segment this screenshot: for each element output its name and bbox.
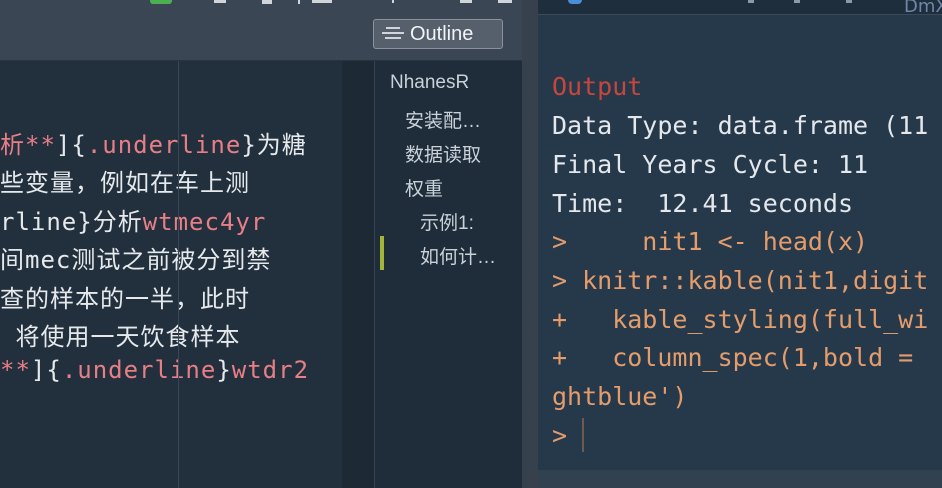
console-bottom-bar [538,470,942,488]
code-token: 些变量，例如在车上测 [0,169,250,197]
code-token: } [216,356,232,384]
margin-guide-line [178,61,179,488]
code-token: 间mec测试之前被分到禁 [0,246,272,274]
code-line: 将使用一天饮食样本 [0,317,240,352]
code-token: rline}分析 [0,208,143,236]
outline-item-data-read[interactable]: 数据读取 [405,140,481,167]
toolbar-icon-a[interactable] [214,0,226,3]
console-line: > knitr::kable(nit1,digit [552,266,929,295]
code-token: ]{ [55,131,87,159]
code-token: wtdr2 [231,356,310,384]
outline-item-install[interactable]: 安装配… [405,106,481,133]
code-token: ]{ [30,356,62,384]
console-line: > nit1 <- head(x) [552,227,869,256]
code-token: wtmec4yr [142,208,267,236]
toolbar-icon-e[interactable] [460,0,472,3]
console-header-mark-a [748,0,754,3]
outline-item-how-to-calc[interactable]: 如何计… [420,242,496,269]
code-token: }为糖 [241,131,307,159]
toolbar-separator [298,0,300,4]
console-line: Time: 12.41 seconds [552,189,854,218]
toolbar-green-icon[interactable] [150,0,172,4]
toolbar-icon-b[interactable] [262,0,272,4]
toolbar-icon-d[interactable] [392,0,394,3]
code-line: 析**]{.underline}为糖 [0,125,307,160]
code-token: 查的样本的一半，此时 [0,285,250,313]
code-token: .underline [61,356,217,384]
console-header [538,0,942,15]
pane-splitter[interactable] [522,0,538,488]
outline-button-label: Outline [410,23,474,45]
console-line: Final Years Cycle: 11 [552,150,869,179]
outline-item-example1[interactable]: 示例1: [420,208,474,235]
editor-toolbar: Outline [0,0,522,61]
outline-item-weights[interactable]: 权重 [405,174,443,201]
console-header-text: DmX [904,0,942,17]
code-token: .underline [86,131,242,159]
console-line: ghtblue') [552,382,688,411]
toolbar-icon-f[interactable] [498,0,512,3]
code-editor[interactable]: 析**]{.underline}为糖 些变量，例如在车上测 rline}分析wtme… [0,61,342,488]
editor-scrollbar[interactable] [342,61,374,488]
outline-active-indicator [380,236,384,270]
code-token: 将使用一天饮食样本 [0,323,241,351]
console-line: + kable_styling(full_wi [552,305,929,334]
code-line: **]{.underline}wtdr2 [0,356,309,384]
console-header-mark-c [846,0,852,3]
console-line: Output [552,72,643,101]
code-line: 查的样本的一半，此时 [0,279,250,314]
code-line: rline}分析wtmec4yr [0,202,266,237]
console-line: Data Type: data.frame (11 [552,111,929,140]
outline-list-icon [382,27,404,43]
console-r-icon[interactable] [568,0,582,4]
outline-button[interactable]: Outline [373,19,503,49]
outline-item-nhanesr[interactable]: NhanesR [390,72,469,94]
console-cursor[interactable] [582,418,584,452]
console-line: + column_spec(1,bold = [552,343,914,372]
code-line: 些变量，例如在车上测 [0,163,250,198]
console-prompt: > [552,421,568,450]
code-line: 间mec测试之前被分到禁 [0,240,271,275]
code-token: ** [0,356,31,384]
toolbar-icon-c[interactable] [312,0,332,3]
console-header-mark-b [794,0,800,3]
code-token: 析** [0,131,56,159]
